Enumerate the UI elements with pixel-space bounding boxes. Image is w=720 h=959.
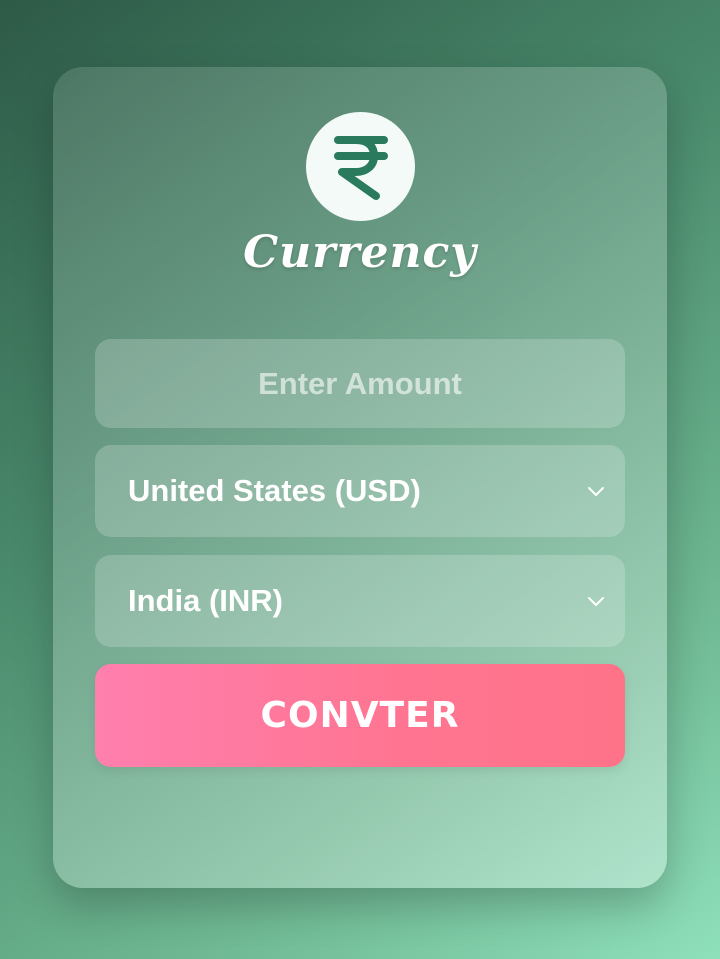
converter-card: Currency United States (USD) India (INR)… xyxy=(53,67,667,888)
chevron-down-icon xyxy=(587,595,605,607)
to-currency-value: India (INR) xyxy=(128,583,283,618)
from-currency-select[interactable]: United States (USD) xyxy=(95,445,625,537)
amount-input[interactable] xyxy=(95,338,625,429)
convert-button[interactable]: CONVTER xyxy=(95,664,625,767)
from-currency-value: United States (USD) xyxy=(128,473,421,508)
app-title: Currency xyxy=(243,227,477,278)
to-currency-select[interactable]: India (INR) xyxy=(95,555,625,647)
amount-field[interactable] xyxy=(95,338,625,429)
chevron-down-icon xyxy=(587,485,605,497)
app-logo xyxy=(306,112,415,221)
rupee-icon xyxy=(333,135,388,200)
